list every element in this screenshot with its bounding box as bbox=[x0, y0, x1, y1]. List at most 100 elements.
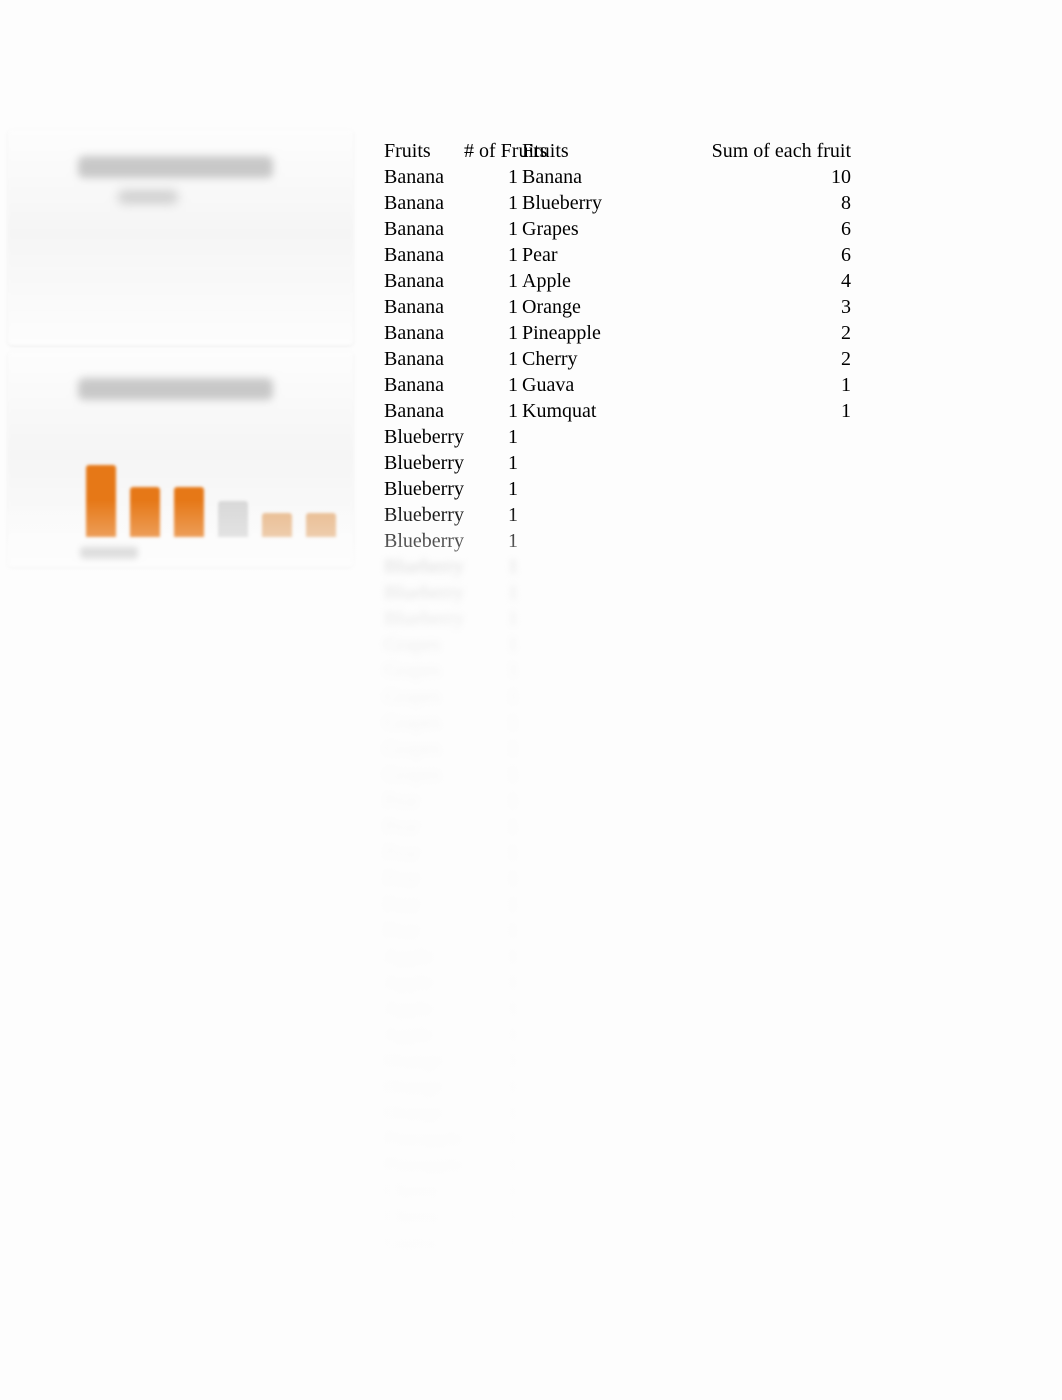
table-row-count: 1 bbox=[464, 632, 522, 658]
summary-row-fruit: Orange bbox=[522, 294, 652, 320]
table-row-count: 1 bbox=[464, 450, 522, 476]
summary-row-sum: 8 bbox=[652, 190, 857, 216]
summary-row-sum: 3 bbox=[652, 294, 857, 320]
table-row-fruit: Grapes bbox=[384, 736, 464, 762]
summary-row-sum: 6 bbox=[652, 242, 857, 268]
table-row-count: 1 bbox=[464, 1204, 522, 1230]
table-row-count: 1 bbox=[464, 476, 522, 502]
table-row-count: 1 bbox=[464, 1048, 522, 1074]
table-row-count: 1 bbox=[464, 840, 522, 866]
table-row-count: 1 bbox=[464, 398, 522, 424]
table-row-fruit: Grapes bbox=[384, 632, 464, 658]
table-row-count: 1 bbox=[464, 1100, 522, 1126]
table-row-fruit: Banana bbox=[384, 320, 464, 346]
summary-row-sum: 4 bbox=[652, 268, 857, 294]
table-row-fruit: Blueberry bbox=[384, 580, 464, 606]
table-row-count: 1 bbox=[464, 242, 522, 268]
table-row-count: 1 bbox=[464, 216, 522, 242]
table-row-count: 1 bbox=[464, 268, 522, 294]
summary-row-fruit: Kumquat bbox=[522, 398, 652, 424]
table-row-fruit: Blueberry bbox=[384, 476, 464, 502]
summary-row-fruit: Pear bbox=[522, 242, 652, 268]
summary-row-sum: 2 bbox=[652, 346, 857, 372]
data-table: Fruits BananaBananaBananaBananaBananaBan… bbox=[384, 138, 864, 1256]
table-row-count: 1 bbox=[464, 320, 522, 346]
table-row-count: 1 bbox=[464, 346, 522, 372]
table-row-fruit: Pineapple bbox=[384, 1152, 464, 1178]
table-row-count: 1 bbox=[464, 1074, 522, 1100]
summary-row-fruit: Pineapple bbox=[522, 320, 652, 346]
table-row-fruit: Apple bbox=[384, 944, 464, 970]
table-row-count: 1 bbox=[464, 918, 522, 944]
table-row-fruit: Banana bbox=[384, 398, 464, 424]
table-row-fruit: Blueberry bbox=[384, 528, 464, 554]
table-row-count: 1 bbox=[464, 1178, 522, 1204]
table-row-fruit: Apple bbox=[384, 970, 464, 996]
table-row-count: 1 bbox=[464, 658, 522, 684]
table-row-fruit: Pineapple bbox=[384, 1126, 464, 1152]
table-row-fruit: Apple bbox=[384, 1022, 464, 1048]
table-row-count: 1 bbox=[464, 1152, 522, 1178]
table-row-fruit: Apple bbox=[384, 996, 464, 1022]
table-row-fruit: Orange bbox=[384, 1074, 464, 1100]
table-row-fruit: Blueberry bbox=[384, 424, 464, 450]
table-row-count: 1 bbox=[464, 294, 522, 320]
preview-thumbnail-1 bbox=[8, 130, 353, 345]
preview-thumbnail-2 bbox=[8, 352, 353, 567]
header-sum: Sum of each fruit bbox=[652, 138, 857, 164]
table-row-count: 1 bbox=[464, 970, 522, 996]
table-row-count: 1 bbox=[464, 788, 522, 814]
column-count: # of Fruits 1111111111111111111111111111… bbox=[464, 138, 522, 1256]
summary-row-fruit: Banana bbox=[522, 164, 652, 190]
summary-row-sum: 1 bbox=[652, 398, 857, 424]
header-summary-fruit: Fruits bbox=[522, 138, 652, 164]
column-summary-sum: Sum of each fruit 10866432211 bbox=[652, 138, 857, 1256]
table-row-fruit: Orange bbox=[384, 1048, 464, 1074]
table-row-fruit: Grapes bbox=[384, 658, 464, 684]
table-row-fruit: Pear bbox=[384, 892, 464, 918]
table-row-fruit: Grapes bbox=[384, 684, 464, 710]
table-row-fruit: Blueberry bbox=[384, 502, 464, 528]
table-row-count: 1 bbox=[464, 762, 522, 788]
table-row-fruit: Blueberry bbox=[384, 554, 464, 580]
table-row-count: 1 bbox=[464, 892, 522, 918]
table-row-fruit: Pear bbox=[384, 866, 464, 892]
table-row-count: 1 bbox=[464, 502, 522, 528]
table-row-fruit: Cherry bbox=[384, 1178, 464, 1204]
table-row-fruit: Pear bbox=[384, 840, 464, 866]
table-row-count: 1 bbox=[464, 372, 522, 398]
table-row-fruit: Banana bbox=[384, 346, 464, 372]
summary-row-sum: 1 bbox=[652, 372, 857, 398]
table-row-count: 1 bbox=[464, 1022, 522, 1048]
table-row-fruit: Orange bbox=[384, 1100, 464, 1126]
table-row-fruit: Blueberry bbox=[384, 450, 464, 476]
table-row-fruit: Pear bbox=[384, 814, 464, 840]
column-summary-fruit: Fruits BananaBlueberryGrapesPearAppleOra… bbox=[522, 138, 652, 1256]
table-row-count: 1 bbox=[464, 944, 522, 970]
table-row-fruit: Grapes bbox=[384, 710, 464, 736]
table-row-fruit: Pear bbox=[384, 788, 464, 814]
summary-row-sum: 10 bbox=[652, 164, 857, 190]
header-fruits: Fruits bbox=[384, 138, 464, 164]
summary-row-fruit: Grapes bbox=[522, 216, 652, 242]
table-row-fruit: Banana bbox=[384, 190, 464, 216]
table-row-count: 1 bbox=[464, 710, 522, 736]
header-count: # of Fruits bbox=[464, 138, 522, 164]
table-row-count: 1 bbox=[464, 190, 522, 216]
summary-row-fruit: Cherry bbox=[522, 346, 652, 372]
table-row-count: 1 bbox=[464, 1126, 522, 1152]
table-row-fruit: Banana bbox=[384, 294, 464, 320]
table-row-fruit: Banana bbox=[384, 164, 464, 190]
column-fruits: Fruits BananaBananaBananaBananaBananaBan… bbox=[384, 138, 464, 1256]
table-row-fruit: Grapes bbox=[384, 762, 464, 788]
table-row-fruit: Guava bbox=[384, 1230, 464, 1256]
summary-row-sum: 2 bbox=[652, 320, 857, 346]
table-row-count: 1 bbox=[464, 736, 522, 762]
table-row-fruit: Cherry bbox=[384, 1204, 464, 1230]
table-row-count: 1 bbox=[464, 528, 522, 554]
table-row-count: 1 bbox=[464, 580, 522, 606]
table-row-count: 1 bbox=[464, 996, 522, 1022]
table-row-fruit: Blueberry bbox=[384, 606, 464, 632]
summary-row-fruit: Apple bbox=[522, 268, 652, 294]
table-row-fruit: Banana bbox=[384, 242, 464, 268]
